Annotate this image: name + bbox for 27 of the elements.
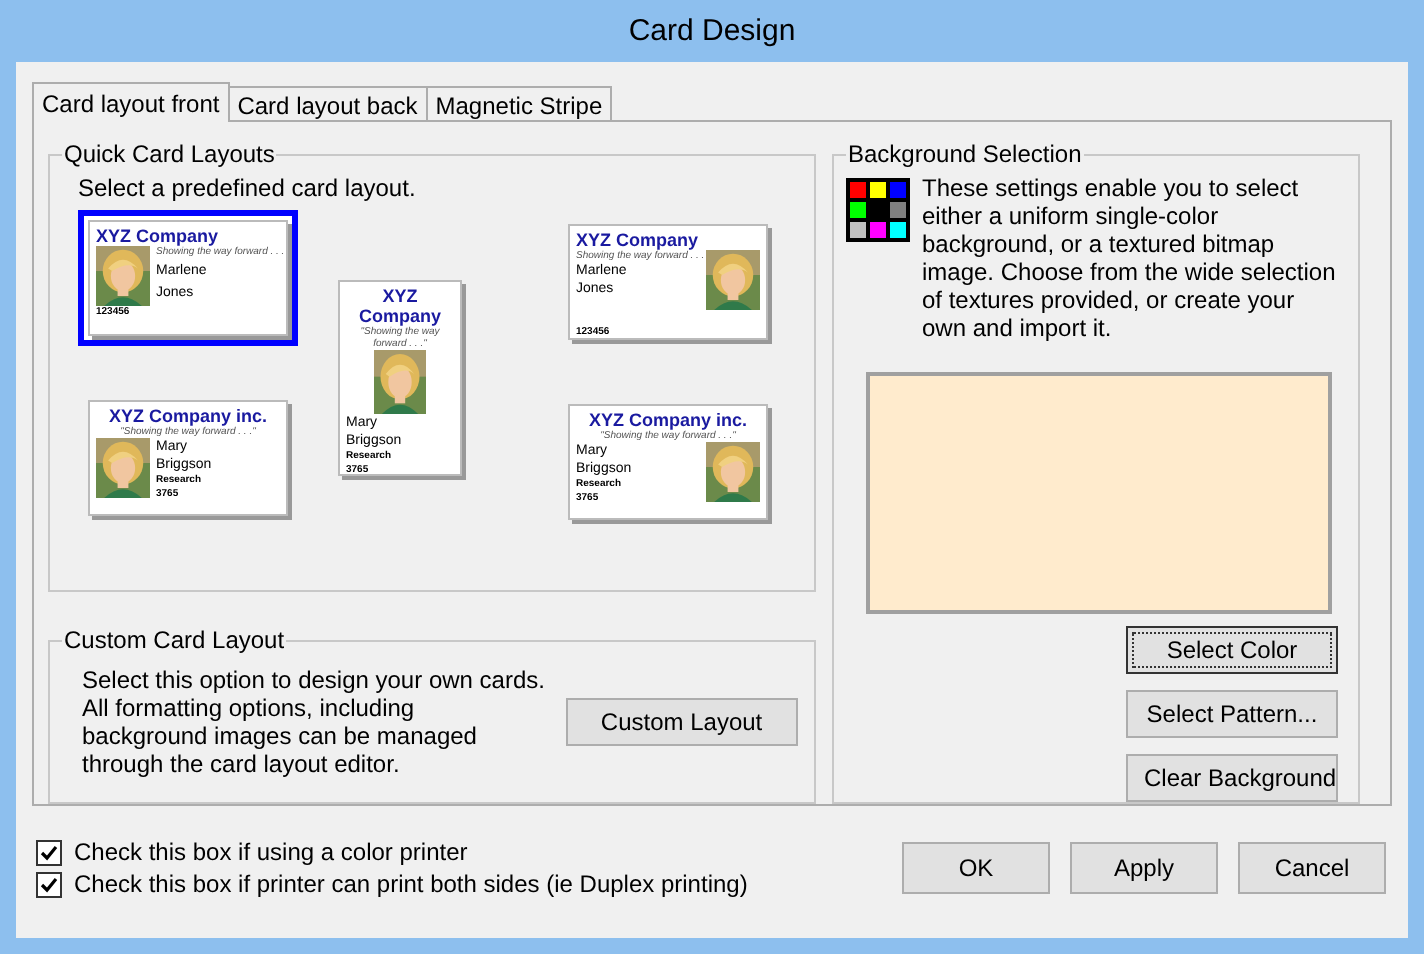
checkbox[interactable] [36,871,62,897]
custom-layout-button[interactable]: Custom Layout [565,698,798,746]
group-title: Custom Card Layout [62,626,287,654]
background-button[interactable]: Clear Background [1126,754,1338,802]
checkbox[interactable] [36,839,62,865]
dialog-button[interactable]: Apply [1070,842,1218,894]
checkbox-label: Check this box if using a color printer [74,838,468,866]
company-name: XYZ Company inc. [108,406,267,426]
custom-layout-description: Select this option to design your own cards. All formatting options, including background images can be managed through the card layout editor. [82,666,546,778]
background-description: These settings enable you to select either a uniform single-color background, or a textured bitmap image. Choose from the wide selection of textures provided, or create your own and import it. [922,174,1338,342]
color-palette-icon [846,178,910,242]
company-name: XYZ Company [356,286,443,326]
company-name: XYZ Company [576,230,701,250]
dialog-button[interactable]: OK [902,842,1050,894]
background-button[interactable]: Select Color [1126,626,1338,674]
company-name: XYZ Company inc. [588,410,747,430]
instruction-text: Select a predefined card layout. [78,174,418,202]
dialog-button[interactable]: Cancel [1238,842,1386,894]
group-title: Quick Card Layouts [62,140,277,168]
window-title: Card Design [626,11,798,52]
background-button[interactable]: Select Pattern... [1126,690,1338,738]
checkbox-label: Check this box if printer can print both sides (ie Duplex printing) [74,870,748,898]
tab[interactable]: Card layout back [227,86,428,120]
tab[interactable]: Magnetic Stripe [425,86,613,120]
company-name: XYZ Company [96,226,221,246]
group-title: Background Selection [846,140,1084,168]
tab[interactable]: Card layout front [32,82,230,122]
